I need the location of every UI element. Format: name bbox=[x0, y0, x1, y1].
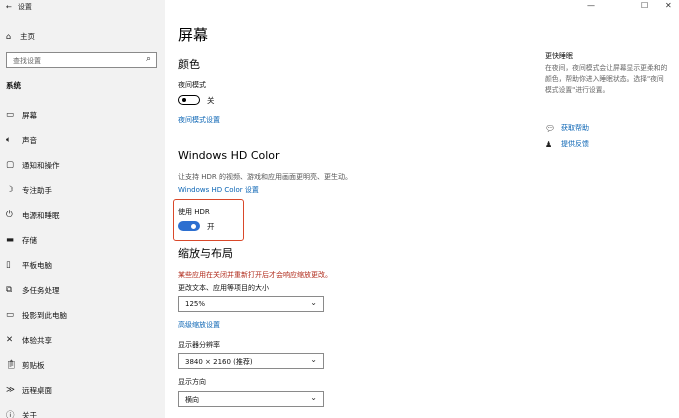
night-light-state: 关 bbox=[207, 96, 215, 105]
project-icon: ▭ bbox=[6, 310, 15, 320]
sidebar-item-tablet[interactable]: ▯ 平板电脑 bbox=[0, 253, 165, 277]
minimize-icon[interactable]: — bbox=[587, 1, 595, 10]
multitask-icon: ⧉ bbox=[6, 285, 13, 295]
scale-value: 125% bbox=[185, 300, 206, 308]
home-label: 主页 bbox=[20, 31, 35, 41]
toggle-knob bbox=[191, 224, 196, 229]
sidebar-item-label: 剪贴板 bbox=[22, 360, 45, 370]
chevron-down-icon: ⌄ bbox=[310, 393, 317, 402]
related-text: 在夜间，夜间模式会让屏幕显示更柔和的颜色，帮助你进入睡眠状态。选择"夜间模式设置… bbox=[545, 64, 668, 94]
speaker-icon: 🔈︎ bbox=[6, 135, 12, 145]
power-icon: ⏻ bbox=[6, 210, 13, 220]
search-icon: ⌕ bbox=[145, 54, 151, 64]
night-light-label: 夜间模式 bbox=[178, 81, 206, 89]
sidebar: ← 设置 ⌂ 主页 查找设置 ⌕ 系统 ▭ 屏幕 🔈︎ 声音 ▢ 通知和操作 ☽… bbox=[0, 0, 165, 418]
sidebar-item-label: 体验共享 bbox=[22, 335, 52, 345]
resolution-label: 显示器分辨率 bbox=[178, 341, 220, 349]
settings-window: ← 设置 ⌂ 主页 查找设置 ⌕ 系统 ▭ 屏幕 🔈︎ 声音 ▢ 通知和操作 ☽… bbox=[0, 0, 679, 418]
orientation-dropdown[interactable]: 横向 ⌄ bbox=[178, 391, 324, 407]
scale-warning: 某些应用在关闭并重新打开后才会响应缩放更改。 bbox=[178, 271, 332, 279]
scale-section-title: 缩放与布局 bbox=[178, 247, 233, 260]
resolution-value: 3840 × 2160 (推荐) bbox=[185, 358, 253, 366]
monitor-icon: ▭ bbox=[6, 110, 15, 120]
search-input[interactable]: 查找设置 ⌕ bbox=[6, 52, 157, 68]
sidebar-item-display[interactable]: ▭ 屏幕 bbox=[0, 103, 165, 127]
back-arrow-icon[interactable]: ← bbox=[6, 3, 12, 11]
hdr-settings-link[interactable]: Windows HD Color 设置 bbox=[178, 185, 259, 195]
text-size-label: 更改文本、应用等项目的大小 bbox=[178, 284, 269, 292]
hdr-highlight-box bbox=[173, 199, 244, 241]
sidebar-item-label: 屏幕 bbox=[22, 110, 37, 120]
clipboard-icon: 📋︎ bbox=[6, 360, 17, 370]
notification-icon: ▢ bbox=[6, 160, 15, 170]
sidebar-item-sound[interactable]: 🔈︎ 声音 bbox=[0, 128, 165, 152]
sidebar-item-label: 声音 bbox=[22, 135, 37, 145]
advanced-scaling-link[interactable]: 高级缩放设置 bbox=[178, 320, 220, 330]
night-light-toggle[interactable] bbox=[178, 95, 200, 105]
sidebar-item-label: 多任务处理 bbox=[22, 285, 60, 295]
info-icon: ⓘ bbox=[6, 411, 15, 418]
chevron-down-icon: ⌄ bbox=[310, 355, 317, 364]
chevron-down-icon: ⌄ bbox=[310, 298, 317, 307]
sidebar-item-label: 关于 bbox=[22, 410, 37, 418]
main-content: 屏幕 颜色 夜间模式 关 夜间模式设置 Windows HD Color 让支持… bbox=[165, 0, 535, 418]
related-title: 更快睡眠 bbox=[545, 52, 573, 60]
sidebar-item-remote-desktop[interactable]: ≫ 远程桌面 bbox=[0, 378, 165, 402]
window-title-bar: ← 设置 bbox=[6, 2, 32, 12]
page-title: 屏幕 bbox=[178, 26, 209, 44]
sidebar-item-about[interactable]: ⓘ 关于 bbox=[0, 403, 165, 418]
chat-bubble-icon: 💬︎ bbox=[545, 123, 556, 133]
sidebar-item-clipboard[interactable]: 📋︎ 剪贴板 bbox=[0, 353, 165, 377]
sidebar-item-label: 通知和操作 bbox=[22, 160, 60, 170]
storage-icon: ▬ bbox=[6, 235, 15, 245]
sidebar-item-focus-assist[interactable]: ☽ 专注助手 bbox=[0, 178, 165, 202]
get-help-label: 获取帮助 bbox=[561, 124, 589, 132]
search-placeholder: 查找设置 bbox=[13, 57, 41, 65]
sidebar-section-label: 系统 bbox=[6, 81, 21, 90]
orientation-label: 显示方向 bbox=[178, 378, 206, 386]
sidebar-item-home[interactable]: ⌂ 主页 bbox=[6, 29, 161, 43]
sidebar-item-label: 专注助手 bbox=[22, 185, 52, 195]
sidebar-item-shared-experiences[interactable]: ✕ 体验共享 bbox=[0, 328, 165, 352]
sidebar-item-notifications[interactable]: ▢ 通知和操作 bbox=[0, 153, 165, 177]
sidebar-item-label: 平板电脑 bbox=[22, 260, 52, 270]
use-hdr-label: 使用 HDR bbox=[178, 208, 210, 216]
window-title: 设置 bbox=[17, 3, 32, 11]
use-hdr-toggle[interactable] bbox=[178, 221, 200, 231]
orientation-value: 横向 bbox=[185, 396, 199, 404]
hdr-description: 让支持 HDR 的视频、游戏和应用画面更明亮、更生动。 bbox=[178, 173, 352, 181]
share-icon: ✕ bbox=[6, 335, 14, 345]
resolution-dropdown[interactable]: 3840 × 2160 (推荐) ⌄ bbox=[178, 353, 324, 369]
sidebar-item-label: 远程桌面 bbox=[22, 385, 52, 395]
scale-dropdown[interactable]: 125% ⌄ bbox=[178, 296, 324, 312]
night-light-settings-link[interactable]: 夜间模式设置 bbox=[178, 115, 220, 125]
sidebar-item-power[interactable]: ⏻ 电源和睡眠 bbox=[0, 203, 165, 227]
sidebar-item-projecting[interactable]: ▭ 投影到此电脑 bbox=[0, 303, 165, 327]
use-hdr-state: 开 bbox=[207, 222, 215, 231]
close-icon[interactable]: ✕ bbox=[665, 1, 672, 10]
sidebar-item-storage[interactable]: ▬ 存储 bbox=[0, 228, 165, 252]
right-panel: — ☐ ✕ 更快睡眠 在夜间，夜间模式会让屏幕显示更柔和的颜色，帮助你进入睡眠状… bbox=[535, 0, 679, 418]
toggle-knob bbox=[182, 98, 186, 102]
get-help-link[interactable]: 💬︎ 获取帮助 bbox=[545, 123, 589, 133]
sidebar-item-label: 存储 bbox=[22, 235, 37, 245]
sidebar-item-label: 投影到此电脑 bbox=[22, 310, 67, 320]
moon-icon: ☽ bbox=[6, 185, 14, 195]
sidebar-item-label: 电源和睡眠 bbox=[22, 210, 60, 220]
maximize-icon[interactable]: ☐ bbox=[641, 1, 648, 10]
home-icon: ⌂ bbox=[6, 31, 12, 41]
feedback-link[interactable]: ♟ 提供反馈 bbox=[545, 139, 589, 149]
remote-icon: ≫ bbox=[6, 385, 15, 395]
person-feedback-icon: ♟ bbox=[545, 139, 553, 149]
color-section-title: 颜色 bbox=[178, 58, 200, 71]
hdr-section-title: Windows HD Color bbox=[178, 149, 280, 162]
feedback-label: 提供反馈 bbox=[561, 140, 589, 148]
tablet-icon: ▯ bbox=[6, 260, 11, 270]
sidebar-item-multitasking[interactable]: ⧉ 多任务处理 bbox=[0, 278, 165, 302]
